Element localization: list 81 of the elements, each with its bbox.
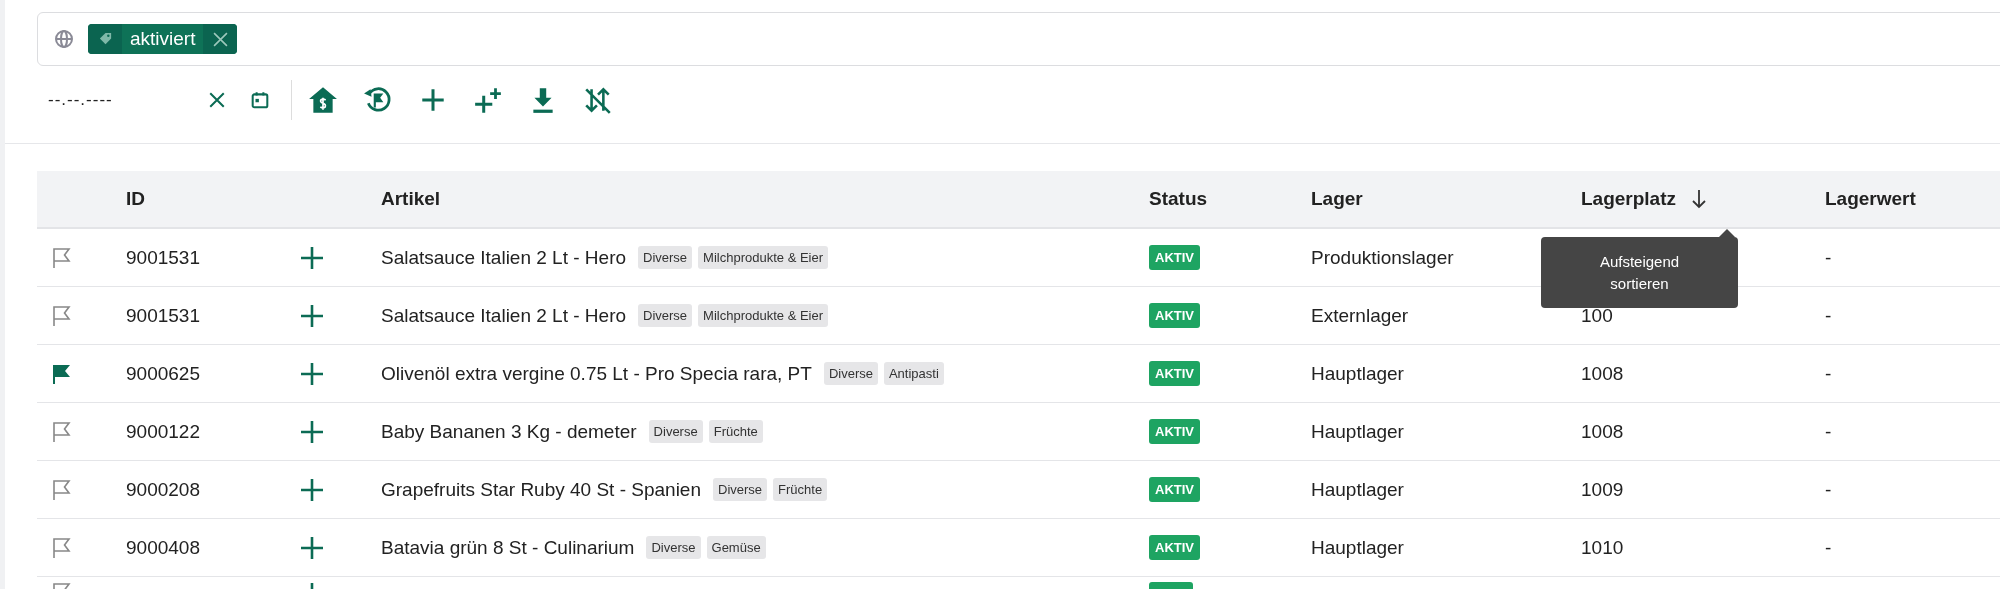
history-flag-icon[interactable] [363,85,393,115]
calendar-icon[interactable] [251,91,269,109]
category-tag: Diverse [638,246,693,269]
status-badge: AKTIV [1149,419,1200,444]
clear-icon[interactable] [208,91,226,109]
value-text: - [1825,246,1832,269]
column-header[interactable]: Lager [1311,188,1363,210]
warehouse-text: Produktionslager [1311,246,1454,269]
remove-button[interactable] [203,24,238,54]
flag-icon[interactable] [50,304,72,327]
flag-icon[interactable] [50,478,72,501]
value-text: - [1825,362,1832,385]
id-text: 9000408 [126,536,200,559]
status-badge: AKTIV [1149,361,1200,386]
article-name: Baby Bananen 3 Kg - demeter [381,420,637,443]
flag-icon[interactable] [50,420,72,443]
category-tag: Diverse [646,536,701,559]
id-text: 9000208 [126,478,200,501]
flag-icon[interactable] [50,246,72,269]
column-header[interactable]: Status [1149,188,1208,210]
status-badge: AKTIV [1149,303,1200,328]
tag-icon [97,31,113,47]
id-text: 9000122 [126,420,200,443]
sort-off-icon[interactable] [583,85,613,115]
article-name: Olivenöl extra vergine 0.75 Lt - Pro Specia rara, PT [381,362,812,385]
category-tag: Antipasti [883,362,944,385]
category-tag: Diverse [638,304,693,327]
id-text: 9000625 [126,362,200,385]
column-header[interactable]: Lagerwert [1825,188,1916,210]
warehouse-text: Hauptlager [1311,420,1404,443]
article-name: Salatsauce Italien 2 Lt - Hero [381,304,627,327]
category-tag: Milchprodukte & Eier [698,304,829,327]
category-tag: Diverse [713,478,768,501]
home-dollar-icon[interactable] [308,85,338,115]
filter-chip[interactable]: aktiviert [88,24,238,54]
category-tag: Diverse [823,362,878,385]
category-tag: Milchprodukte & Eier [698,246,829,269]
category-tag: Früchte [708,420,763,443]
tooltip-pointer [1719,229,1735,237]
warehouse-text: Hauptlager [1311,536,1404,559]
location-text: 1008 [1581,420,1624,443]
column-header[interactable]: Artikel [381,188,441,210]
add-icon[interactable] [300,477,324,502]
chip-label: aktiviert [129,27,197,51]
article-name: Batavia grün 8 St - Culinarium [381,536,635,559]
tooltip: Aufsteigend sortieren [1541,237,1738,308]
id-text: 9001531 [126,304,200,327]
status-badge: AKTIV [1149,477,1200,502]
column-header[interactable]: ID [126,188,145,210]
sort-arrow-icon[interactable] [1692,189,1707,209]
add-icon[interactable] [300,535,324,560]
filled-flag-icon[interactable] [50,362,72,385]
add-icon[interactable] [300,419,324,444]
add-icon[interactable] [300,361,324,386]
filter-bar[interactable]: aktiviert [37,12,2000,66]
category-tag: Diverse [648,420,703,443]
add-multiple-icon[interactable] [473,85,503,115]
location-text: 1009 [1581,478,1624,501]
close-icon [212,31,228,47]
location-text: 1010 [1581,536,1624,559]
article-name: Salatsauce Italien 2 Lt - Hero [381,246,627,269]
value-text: - [1825,536,1832,559]
date-field[interactable]: --.--.---- [34,90,188,110]
category-tag: Früchte [773,478,828,501]
add-icon[interactable] [300,245,324,270]
category-tag: Gemüse [706,536,766,559]
location-text: 1008 [1581,362,1624,385]
id-text: 9001531 [126,246,200,269]
column-header[interactable]: Lagerplatz [1581,188,1677,210]
warehouse-text: Hauptlager [1311,362,1404,385]
status-badge: AKTIV [1149,245,1200,270]
warehouse-text: Hauptlager [1311,478,1404,501]
globe-icon [54,29,74,49]
status-badge: AKTIV [1149,535,1200,560]
flag-icon[interactable] [50,536,72,559]
add-icon[interactable] [300,303,324,328]
value-text: - [1825,478,1832,501]
value-text: - [1825,420,1832,443]
article-name: Grapefruits Star Ruby 40 St - Spanien [381,478,701,501]
warehouse-text: Externlager [1311,304,1409,327]
value-text: - [1825,304,1832,327]
